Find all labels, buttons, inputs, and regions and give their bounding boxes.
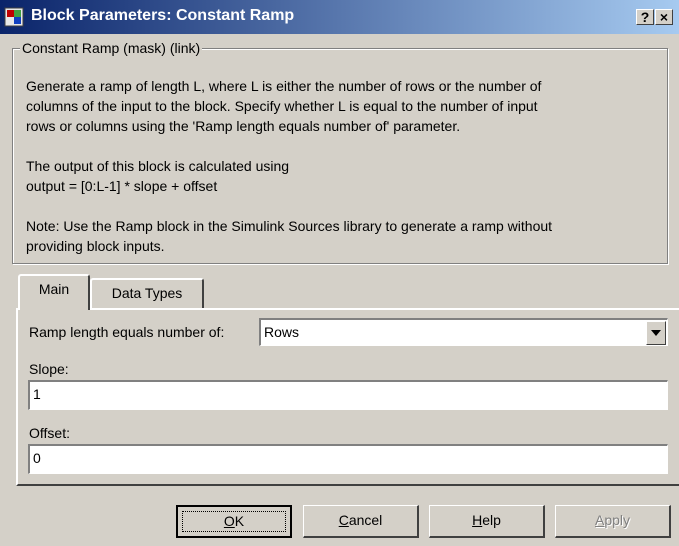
- tab-data-types[interactable]: Data Types: [90, 278, 204, 309]
- apply-label-rest: pply: [604, 512, 631, 528]
- description-line: The output of this block is calculated u…: [26, 158, 290, 174]
- apply-mnemonic: A: [594, 512, 605, 528]
- chevron-down-icon[interactable]: [646, 321, 666, 345]
- description-line: providing block inputs.: [26, 238, 165, 254]
- help-label-rest: elp: [482, 512, 501, 528]
- window-title: Block Parameters: Constant Ramp: [31, 7, 295, 24]
- slope-input[interactable]: 1: [28, 380, 668, 410]
- help-title-button[interactable]: ?: [636, 9, 654, 25]
- ok-button[interactable]: OK: [176, 505, 292, 538]
- description-line: Generate a ramp of length L, where L is …: [26, 78, 542, 94]
- description-line: rows or columns using the 'Ramp length e…: [26, 118, 461, 134]
- block-parameters-dialog: Block Parameters: Constant Ramp ? × Cons…: [0, 0, 679, 546]
- cancel-label-rest: ancel: [348, 512, 383, 528]
- ramp-length-value: Rows: [264, 324, 300, 340]
- description-line: Note: Use the Ramp block in the Simulink…: [26, 218, 553, 234]
- simulink-block-icon: [4, 7, 24, 27]
- title-bar[interactable]: Block Parameters: Constant Ramp ? ×: [0, 0, 679, 34]
- help-mnemonic: H: [472, 512, 483, 528]
- ramp-length-label: Ramp length equals number of:: [29, 324, 225, 340]
- cancel-button[interactable]: Cancel: [303, 505, 419, 538]
- group-legend: Constant Ramp (mask) (link): [20, 39, 203, 57]
- offset-label: Offset:: [29, 425, 70, 441]
- ramp-length-dropdown[interactable]: Rows: [259, 318, 668, 346]
- help-button[interactable]: Help: [429, 505, 545, 538]
- close-icon[interactable]: ×: [655, 9, 673, 25]
- cancel-mnemonic: C: [338, 512, 349, 528]
- description-line: output = [0:L-1] * slope + offset: [26, 178, 218, 194]
- offset-input[interactable]: 0: [28, 444, 668, 474]
- description-line: columns of the input to the block. Speci…: [26, 98, 538, 114]
- tab-main[interactable]: Main: [18, 274, 90, 310]
- slope-label: Slope:: [29, 361, 69, 377]
- focus-rectangle: [182, 511, 286, 532]
- apply-button[interactable]: Apply: [555, 505, 671, 538]
